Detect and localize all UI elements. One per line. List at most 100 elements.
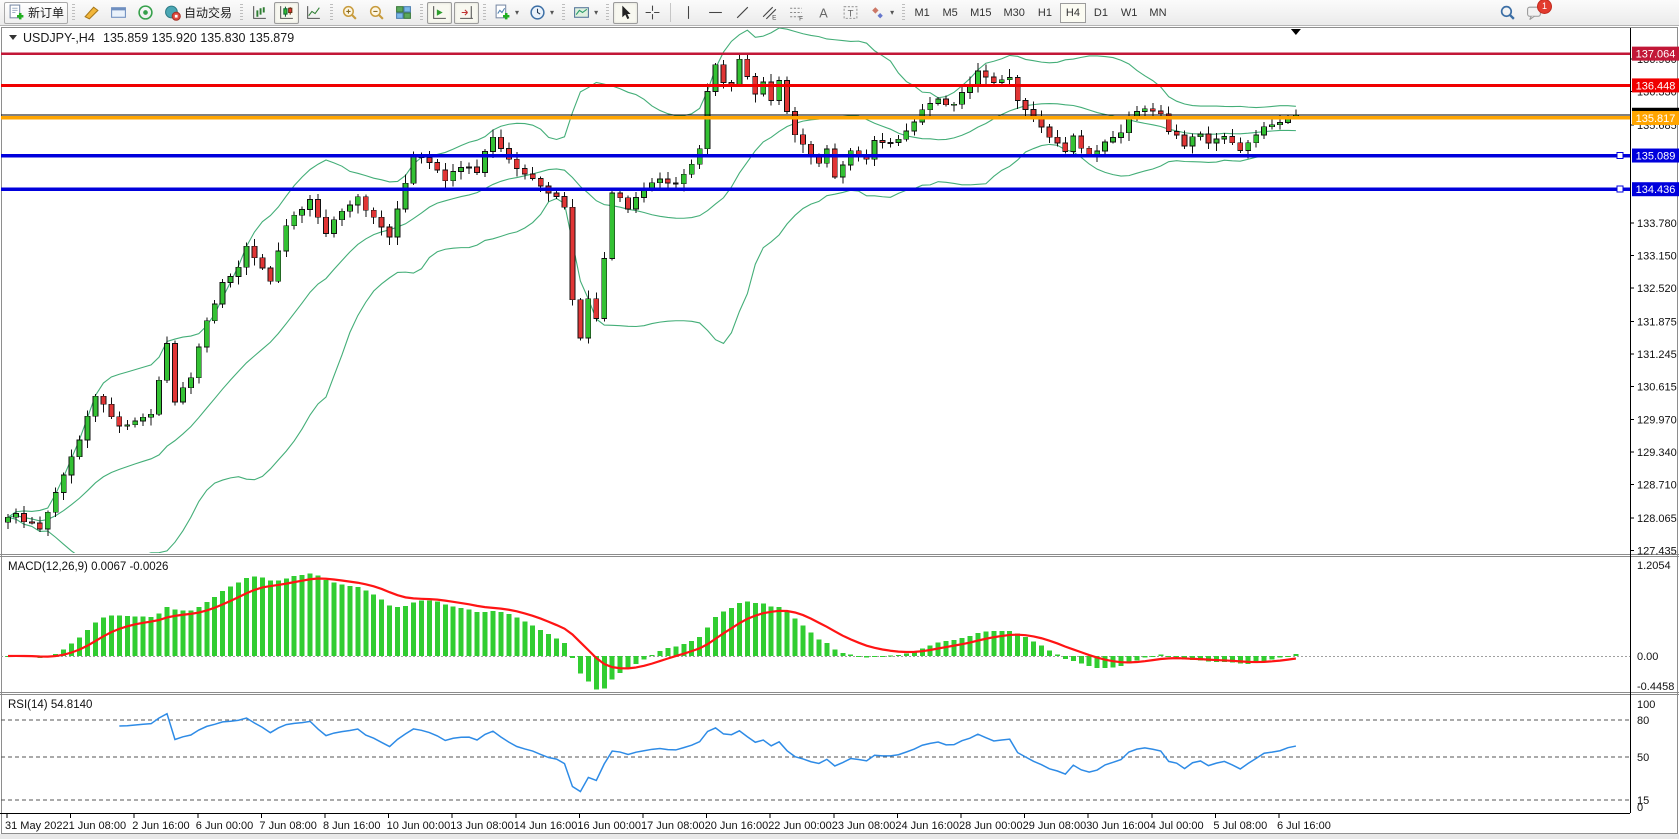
cursor-icon bbox=[617, 4, 634, 21]
auto-scroll-button[interactable] bbox=[427, 2, 452, 24]
trendline-icon bbox=[734, 4, 751, 21]
time-axis-label: 22 Jun 00:00 bbox=[768, 820, 832, 832]
timeframe-h1-button[interactable]: H1 bbox=[1032, 3, 1058, 23]
crosshair-tool-button[interactable] bbox=[640, 2, 665, 24]
vertical-line-icon bbox=[680, 4, 697, 21]
zoom-out-button[interactable] bbox=[364, 2, 389, 24]
toolbar-grip bbox=[902, 4, 905, 22]
price-axis-tick: 128.710 bbox=[1637, 480, 1677, 492]
fibonacci-tool-button[interactable]: F bbox=[784, 2, 809, 24]
time-axis-label: 7 Jun 08:00 bbox=[259, 820, 317, 832]
periods-button[interactable]: ▾ bbox=[525, 2, 558, 24]
rsi-axis-tick: 80 bbox=[1637, 715, 1649, 727]
price-level-badge[interactable]: 134.436 bbox=[1632, 182, 1679, 196]
price-level-badge[interactable]: 135.817 bbox=[1632, 111, 1679, 125]
chart-window: MACD(12,26,9) 0.0067 -0.0026RSI(14) 54.8… bbox=[0, 26, 1679, 839]
timeframe-m5-button[interactable]: M5 bbox=[937, 3, 963, 23]
styles-button[interactable] bbox=[79, 2, 104, 24]
chart-shift-button[interactable] bbox=[454, 2, 479, 24]
time-axis-label: 8 Jun 16:00 bbox=[323, 820, 381, 832]
level-handle[interactable] bbox=[1617, 153, 1623, 159]
price-axis-tick: 128.065 bbox=[1637, 513, 1677, 525]
toolbar-grip bbox=[240, 4, 243, 22]
timeframe-m15-button[interactable]: M15 bbox=[965, 3, 996, 23]
bar-chart-mode-button[interactable] bbox=[247, 2, 272, 24]
shapes-icon bbox=[869, 4, 886, 21]
arrows-tool-button[interactable]: ▾ bbox=[865, 2, 898, 24]
new-order-icon bbox=[8, 4, 25, 21]
time-axis-label: 13 Jun 08:00 bbox=[450, 820, 514, 832]
time-axis-label: 6 Jun 00:00 bbox=[196, 820, 254, 832]
trendline-tool-button[interactable] bbox=[730, 2, 755, 24]
text-icon: A bbox=[815, 4, 832, 21]
cursor-tool-button[interactable] bbox=[613, 2, 638, 24]
toolbar-grip bbox=[330, 4, 333, 22]
templates-button[interactable]: ▾ bbox=[569, 2, 602, 24]
rsi-axis-tick: 0 bbox=[1637, 802, 1643, 814]
toolbar-right-group: 1 bbox=[1494, 2, 1548, 24]
vertical-line-tool-button[interactable] bbox=[676, 2, 701, 24]
time-axis-label: 30 Jun 16:00 bbox=[1086, 820, 1150, 832]
channel-tool-button[interactable]: E bbox=[757, 2, 782, 24]
auto-scroll-icon bbox=[431, 4, 448, 21]
auto-trading-button[interactable]: 自动交易 bbox=[160, 2, 236, 24]
candlestick-mode-button[interactable] bbox=[274, 2, 299, 24]
zoom-in-icon bbox=[341, 4, 358, 21]
time-axis-label: 4 Jul 00:00 bbox=[1150, 820, 1204, 832]
price-level-badge[interactable]: 137.064 bbox=[1632, 47, 1679, 61]
price-chart[interactable]: MACD(12,26,9) 0.0067 -0.0026RSI(14) 54.8… bbox=[0, 26, 1679, 839]
svg-text:135.089: 135.089 bbox=[1636, 151, 1676, 163]
price-axis-tick: 129.970 bbox=[1637, 415, 1677, 427]
notifications-button[interactable]: 1 bbox=[1522, 2, 1547, 24]
add-indicator-button[interactable]: ▾ bbox=[490, 2, 523, 24]
text-tool-button[interactable]: A bbox=[811, 2, 836, 24]
price-level-badge[interactable]: 135.089 bbox=[1632, 149, 1679, 163]
candlestick-chart-icon bbox=[278, 4, 295, 21]
chart-shift-icon bbox=[458, 4, 475, 21]
bar-chart-icon bbox=[251, 4, 268, 21]
price-level-badge[interactable]: 136.448 bbox=[1632, 78, 1679, 92]
timeframe-m30-button[interactable]: M30 bbox=[999, 3, 1030, 23]
timeframe-mn-button[interactable]: MN bbox=[1144, 3, 1171, 23]
macd-axis-tick: 1.2054 bbox=[1637, 560, 1671, 572]
level-handle[interactable] bbox=[1617, 186, 1623, 192]
chevron-down-icon: ▾ bbox=[515, 8, 519, 17]
timeframe-h4-button[interactable]: H4 bbox=[1060, 3, 1086, 23]
toolbar-grip bbox=[606, 4, 609, 22]
text-label-tool-button[interactable]: T bbox=[838, 2, 863, 24]
timeframe-d1-button[interactable]: D1 bbox=[1088, 3, 1114, 23]
template-icon bbox=[573, 4, 590, 21]
new-order-button[interactable]: 新订单 bbox=[4, 2, 68, 24]
svg-text:134.436: 134.436 bbox=[1636, 184, 1676, 196]
macd-axis-tick: -0.4458 bbox=[1637, 681, 1674, 693]
toolbar-grip bbox=[483, 4, 486, 22]
price-axis-tick: 133.150 bbox=[1637, 251, 1677, 263]
auto-trading-icon bbox=[164, 4, 181, 21]
time-axis-label: 24 Jun 16:00 bbox=[895, 820, 959, 832]
horizontal-line-tool-button[interactable] bbox=[703, 2, 728, 24]
market-depth-button[interactable] bbox=[133, 2, 158, 24]
line-chart-icon bbox=[305, 4, 322, 21]
chart-title-symbol: USDJPY-,H4 bbox=[23, 31, 95, 45]
price-axis-tick: 129.340 bbox=[1637, 447, 1677, 459]
price-axis-tick: 131.875 bbox=[1637, 316, 1677, 328]
line-chart-mode-button[interactable] bbox=[301, 2, 326, 24]
toolbar: 新订单 自动交易 bbox=[0, 0, 1679, 26]
search-button[interactable] bbox=[1495, 2, 1520, 24]
price-axis-tick: 133.780 bbox=[1637, 218, 1677, 230]
timeframe-w1-button[interactable]: W1 bbox=[1116, 3, 1143, 23]
toolbar-separator bbox=[670, 3, 671, 22]
time-axis-label: 17 Jun 08:00 bbox=[641, 820, 705, 832]
time-axis-label: 10 Jun 00:00 bbox=[387, 820, 451, 832]
profile-window-icon bbox=[110, 4, 127, 21]
zoom-out-icon bbox=[368, 4, 385, 21]
notification-count-badge: 1 bbox=[1537, 0, 1552, 14]
tile-windows-icon bbox=[395, 4, 412, 21]
text-label-icon: T bbox=[842, 4, 859, 21]
toolbar-grip bbox=[72, 4, 75, 22]
tile-windows-button[interactable] bbox=[391, 2, 416, 24]
zoom-in-button[interactable] bbox=[337, 2, 362, 24]
profiles-button[interactable] bbox=[106, 2, 131, 24]
timeframe-m1-button[interactable]: M1 bbox=[909, 3, 935, 23]
chart-title-ohlc: 135.859 135.920 135.830 135.879 bbox=[103, 31, 294, 45]
